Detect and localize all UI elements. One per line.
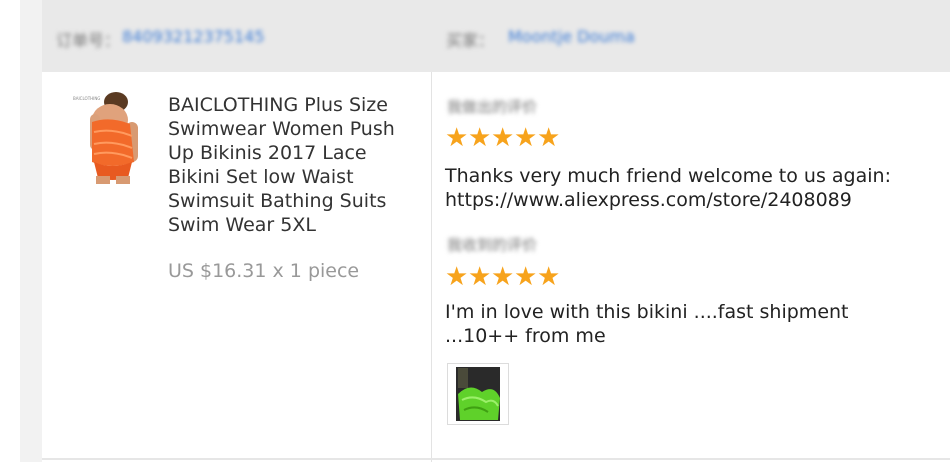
star-icon: ★ [445, 262, 469, 292]
star-icon: ★ [537, 262, 561, 292]
star-icon: ★ [445, 123, 469, 153]
buyer-name-link[interactable]: Moontje Douma [508, 27, 635, 46]
review-photo-image [448, 364, 508, 424]
star-icon: ★ [491, 123, 515, 153]
received-feedback-label: 我收到的评价 [447, 236, 538, 254]
order-feedback-page: 订单号： 84093212375145 买家： Moontje Douma BA… [0, 0, 950, 462]
order-number-label: 订单号： [56, 31, 121, 50]
star-icon: ★ [537, 123, 561, 153]
order-number-link[interactable]: 84093212375145 [122, 27, 265, 46]
star-icon: ★ [514, 123, 538, 153]
product-title-link[interactable]: BAICLOTHING Plus Size Swimwear Women Pus… [168, 93, 422, 237]
seller-rating-stars: ★ ★ ★ ★ ★ [445, 123, 561, 153]
star-icon: ★ [468, 123, 492, 153]
star-icon: ★ [514, 262, 538, 292]
order-header: 订单号： 84093212375145 买家： Moontje Douma [42, 0, 950, 72]
buyer-rating-stars: ★ ★ ★ ★ ★ [445, 262, 561, 292]
star-icon: ★ [468, 262, 492, 292]
order-card: 订单号： 84093212375145 买家： Moontje Douma BA… [42, 0, 950, 462]
column-divider [431, 72, 432, 462]
row-divider [42, 458, 950, 460]
seller-feedback-text: Thanks very much friend welcome to us ag… [445, 165, 891, 211]
left-rail [0, 0, 20, 462]
buyer-review-text: I'm in love with this bikini ....fast sh… [445, 301, 849, 347]
thumbnail-brand-text: BAICLOTHING [73, 96, 100, 101]
product-price: US $16.31 x 1 piece [168, 260, 360, 282]
buyer-label: 买家： [446, 31, 495, 50]
star-icon: ★ [491, 262, 515, 292]
product-thumbnail[interactable]: BAICLOTHING [70, 92, 144, 184]
review-photo-thumbnail[interactable] [447, 363, 509, 425]
product-image: BAICLOTHING [70, 92, 144, 184]
my-feedback-label: 我做出的评价 [447, 98, 538, 116]
